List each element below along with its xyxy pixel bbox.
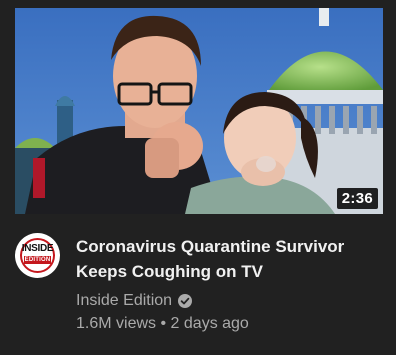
channel-name: Inside Edition bbox=[76, 292, 173, 309]
channel-logo-subtext: EDITION bbox=[24, 256, 51, 264]
video-card[interactable]: 2:36 INSIDE EDITION Coronavirus Quaranti… bbox=[0, 0, 396, 355]
video-thumbnail[interactable]: 2:36 bbox=[15, 8, 383, 214]
channel-link[interactable]: Inside Edition bbox=[76, 291, 193, 311]
meta-separator: • bbox=[160, 315, 167, 332]
video-title[interactable]: Coronavirus Quarantine Survivor Keeps Co… bbox=[76, 234, 381, 284]
channel-avatar[interactable]: INSIDE EDITION bbox=[15, 233, 60, 278]
upload-age: 2 days ago bbox=[170, 315, 249, 332]
view-count: 1.6M views bbox=[76, 315, 157, 332]
video-title-line: Keeps Coughing on TV bbox=[76, 262, 263, 281]
video-meta: 1.6M views • 2 days ago bbox=[76, 314, 249, 334]
channel-logo-text: INSIDE bbox=[21, 243, 54, 254]
verified-check-icon bbox=[178, 294, 193, 308]
thumbnail-image bbox=[15, 8, 383, 214]
video-duration-badge: 2:36 bbox=[336, 188, 378, 209]
video-title-line: Coronavirus Quarantine Survivor bbox=[76, 237, 345, 256]
